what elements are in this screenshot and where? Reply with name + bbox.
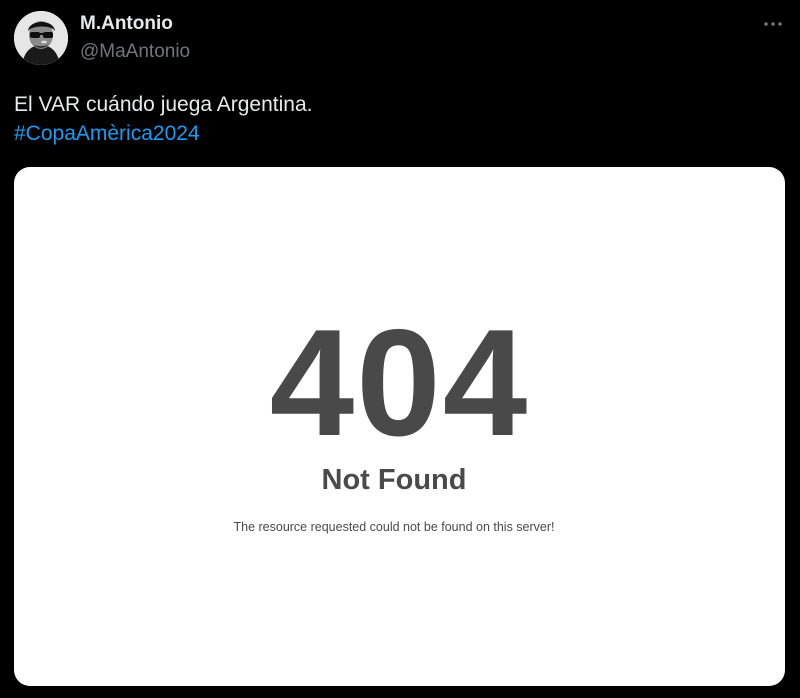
tweet-media-image[interactable]: 404 Not Found The resource requested cou… [14, 167, 785, 686]
more-options-icon[interactable] [758, 12, 788, 36]
hashtag-link[interactable]: #CopaAmèrica2024 [14, 119, 200, 149]
tweet-text: El VAR cuándo juega Argentina. [14, 93, 313, 116]
error-title: Not Found [321, 464, 467, 496]
tweet-card: M.Antonio @MaAntonio El VAR cuándo juega… [0, 0, 800, 698]
error-message: The resource requested could not be foun… [233, 520, 555, 534]
avatar[interactable] [14, 11, 68, 65]
display-name[interactable]: M.Antonio [80, 12, 173, 36]
profile-photo-icon [14, 11, 68, 65]
error-code: 404 [269, 298, 530, 468]
user-handle[interactable]: @MaAntonio [80, 40, 190, 64]
